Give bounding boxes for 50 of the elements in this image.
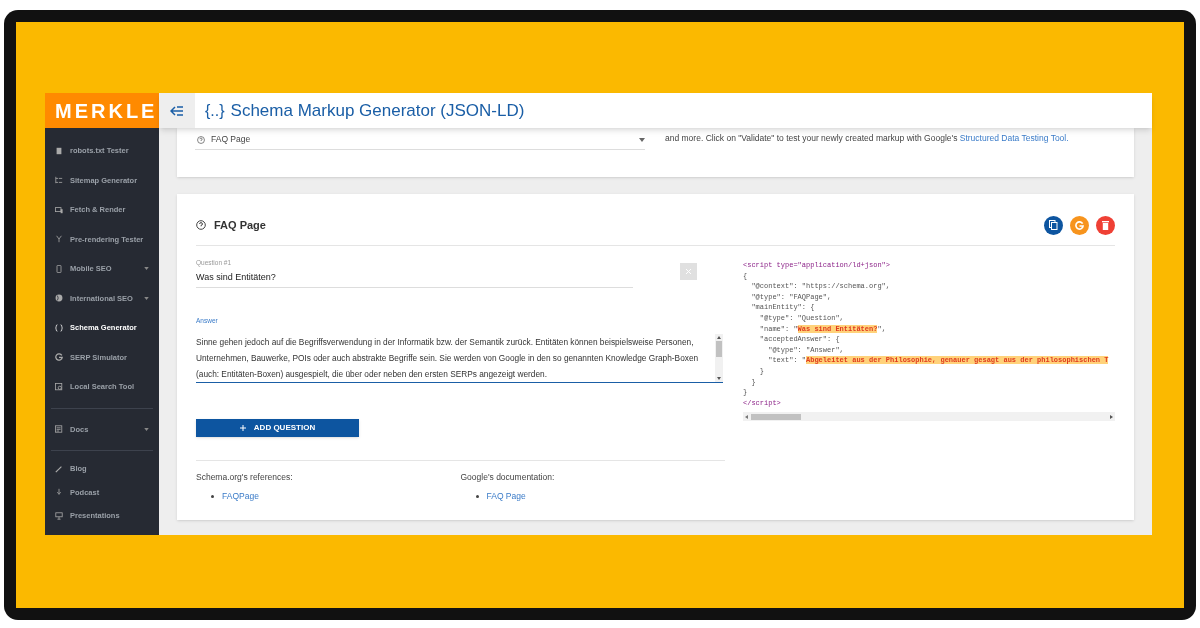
copy-icon [1049, 220, 1058, 230]
help-icon [197, 135, 205, 144]
g-icon [55, 353, 63, 362]
collapse-menu-icon [170, 105, 184, 116]
scroll-up-icon [717, 336, 721, 339]
logo: MERKLE [45, 93, 159, 128]
page-title: Schema Markup Generator (JSON-LD) [230, 99, 525, 122]
plus-icon [239, 425, 246, 431]
reference-link[interactable]: FAQPage [222, 489, 259, 503]
references-heading: Google's documentation: [460, 471, 556, 484]
devices-icon [55, 205, 63, 214]
add-question-button[interactable]: ADD QUESTION [196, 419, 359, 437]
delete-button[interactable] [1096, 215, 1115, 235]
dropdown-caret-icon [639, 137, 645, 142]
phone-icon [55, 264, 63, 273]
braces-icon [55, 323, 63, 332]
bullet-icon [475, 494, 479, 498]
testing-tool-link[interactable]: Structured Data Testing Tool. [959, 133, 1069, 143]
answer-text-line: Sinne gehen jedoch auf die Begriffsverwendung in der Informatik bzw. der Semantik zurück. Entitäten können beispielsweise Personen, [196, 336, 695, 349]
scroll-right-icon [1110, 414, 1113, 419]
docs-icon [55, 425, 63, 434]
map-icon [55, 382, 63, 391]
copy-button[interactable] [1044, 215, 1063, 235]
screen-icon [55, 511, 63, 520]
bullet-icon [211, 494, 214, 498]
fork-icon [55, 235, 63, 244]
pen-icon [55, 464, 63, 473]
google-g-icon [1075, 220, 1084, 230]
close-icon [686, 269, 691, 274]
scroll-down-icon [717, 377, 721, 380]
globe-icon [55, 294, 63, 303]
file-icon [55, 146, 63, 155]
references-heading: Schema.org's references: [196, 471, 294, 484]
scroll-left-icon [745, 414, 748, 419]
reference-link[interactable]: FAQ Page [486, 489, 526, 503]
answer-field[interactable] [196, 316, 723, 383]
trash-icon [1102, 220, 1109, 230]
horizontal-scrollbar[interactable] [743, 412, 1115, 422]
collapse-menu-button[interactable] [159, 93, 195, 128]
vertical-scrollbar[interactable] [715, 334, 723, 382]
schema-type-select[interactable]: FAQ Page [195, 130, 645, 150]
google-button[interactable] [1070, 215, 1089, 235]
field-value: Was sind Entitäten? [196, 270, 277, 284]
info-text: and more. Click on "Validate" to test your newly created markup with Google's Structured Data Testing Tool. [665, 132, 1069, 144]
answer-text-line: Unternehmen, Bauwerke, POIs oder auch abstrakte Begriffe sein. Sie werden von Google in den so genannten Knowledge Graph-Boxen [196, 352, 700, 365]
help-icon [196, 220, 206, 230]
braces-icon: {..} [205, 98, 225, 123]
tree-icon [55, 176, 63, 185]
answer-text-line: (auch: Entitäten-Boxen) ausgespielt, die über oder neben den ersten SERPs angezeigt werden. [196, 368, 548, 381]
card-title: FAQ Page [214, 217, 266, 233]
